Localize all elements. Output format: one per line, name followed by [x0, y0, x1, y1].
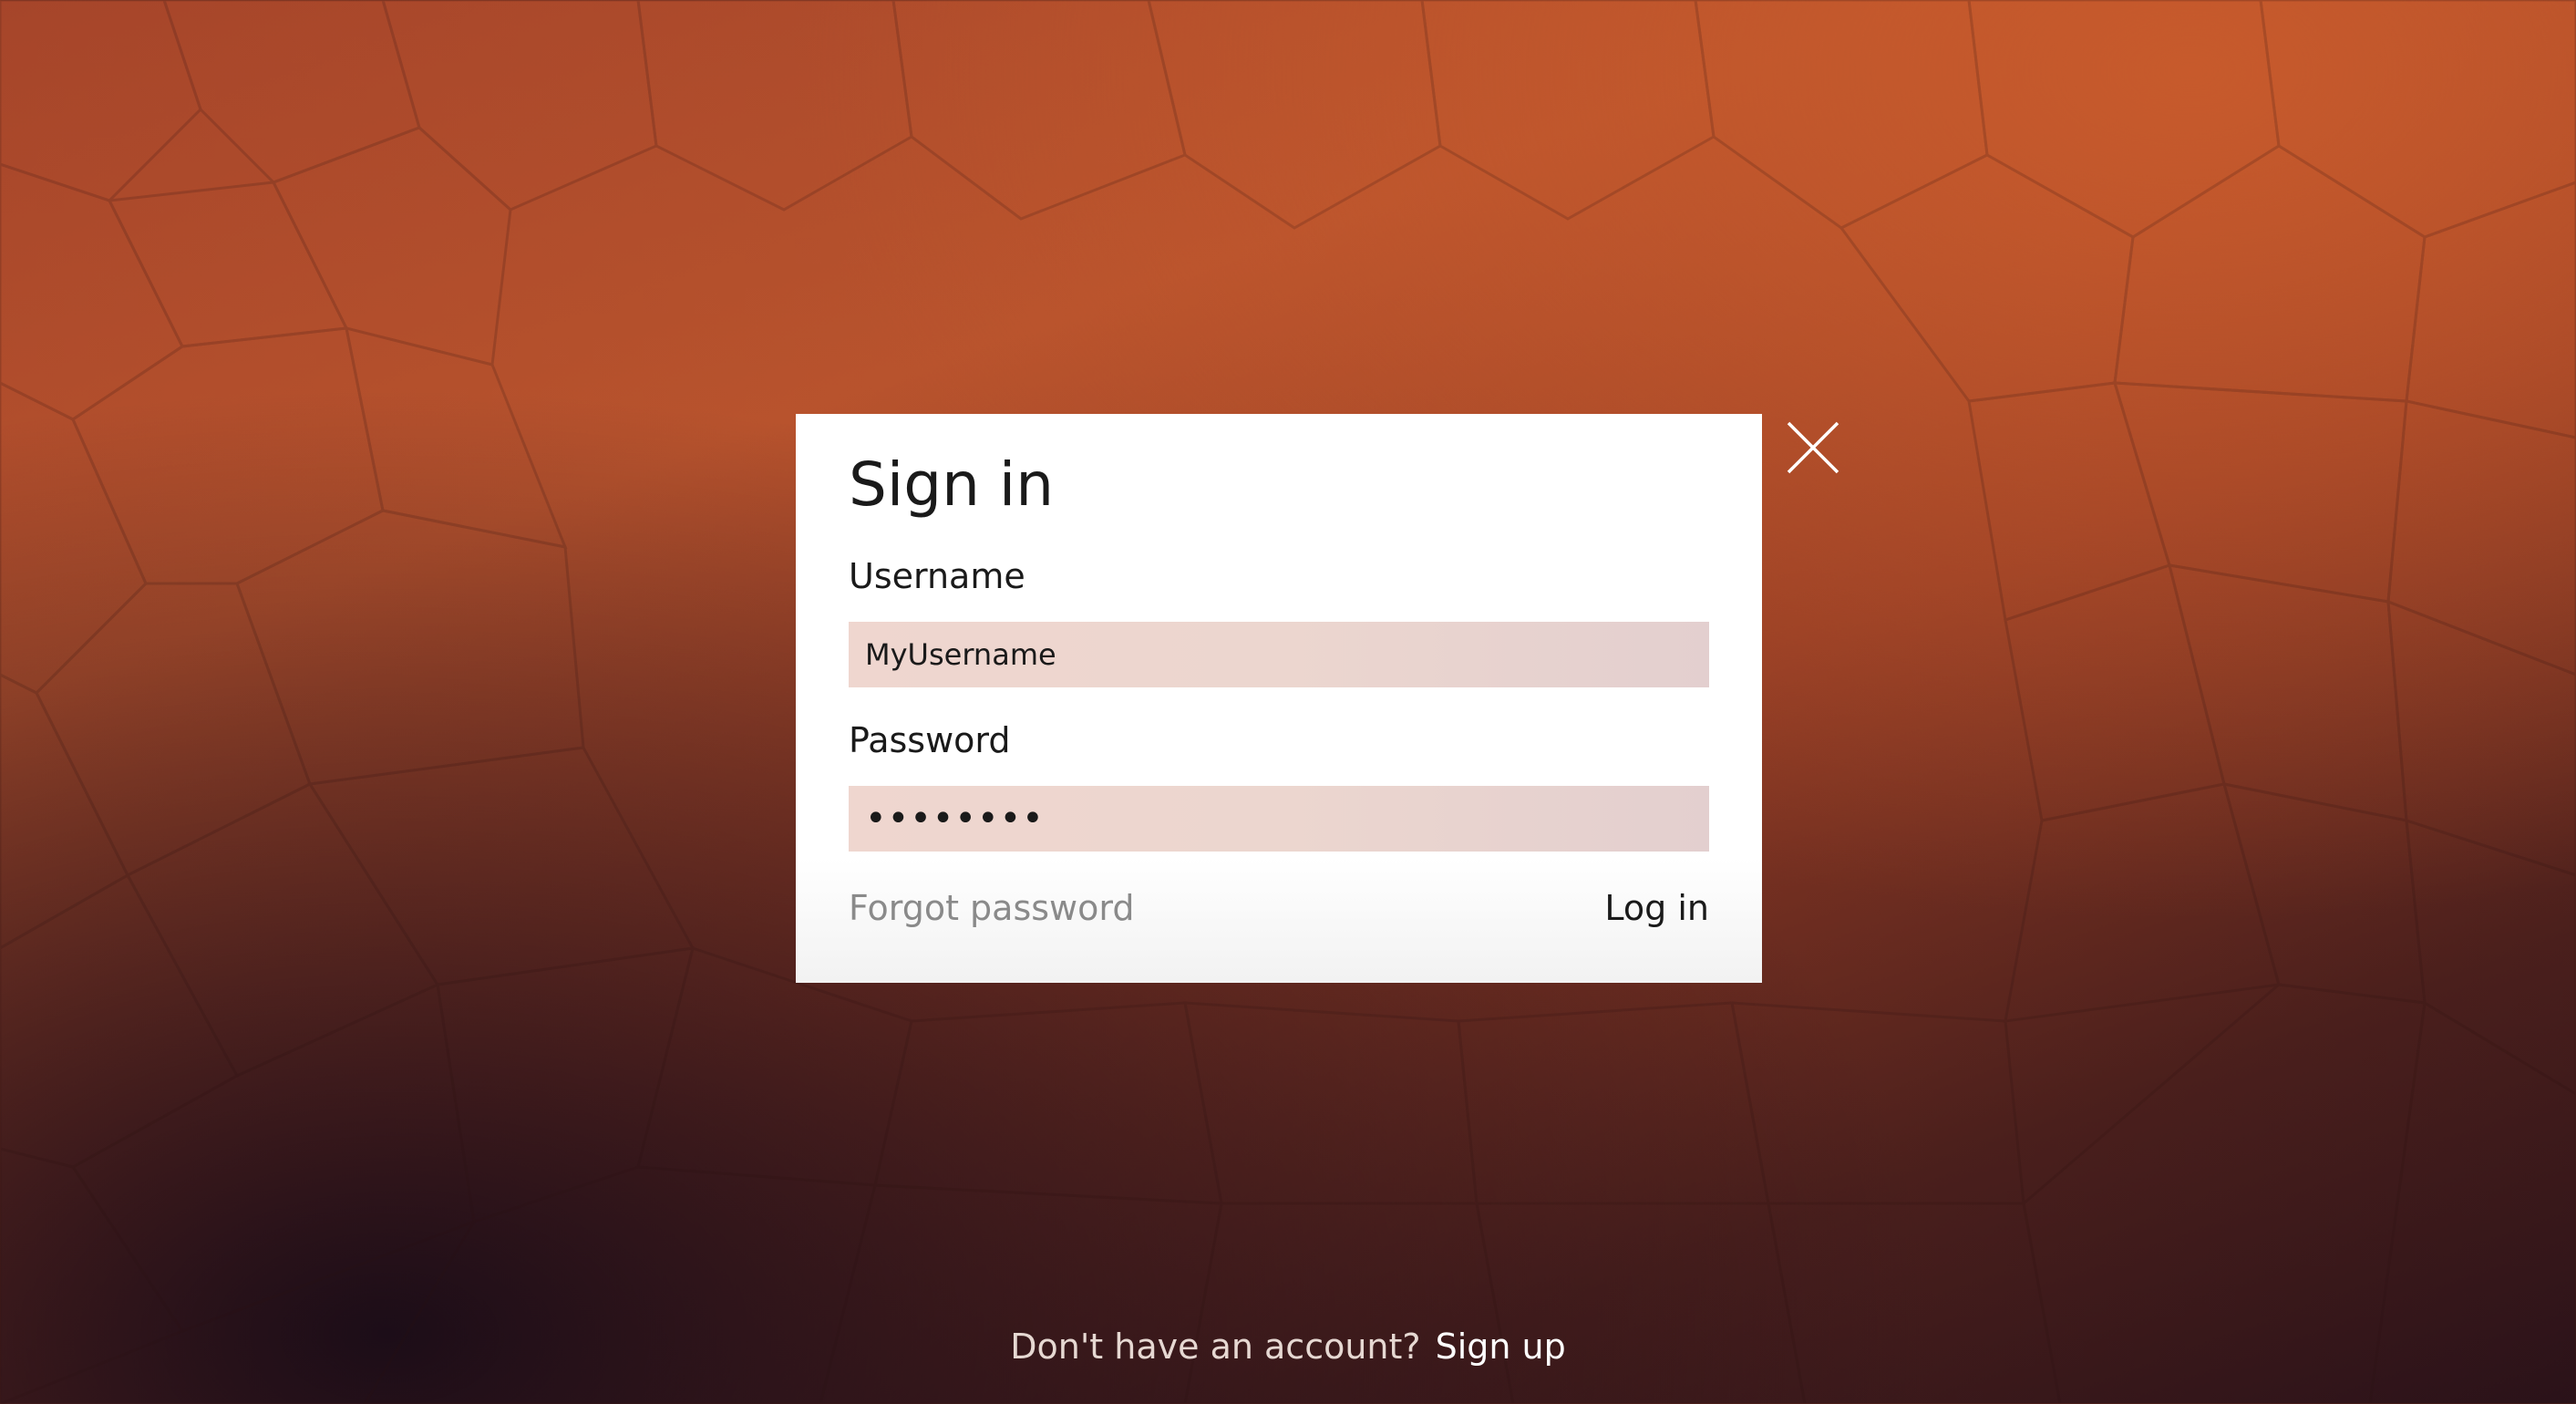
forgot-password-link[interactable]: Forgot password	[849, 888, 1134, 930]
log-in-button[interactable]: Log in	[1604, 888, 1709, 930]
close-icon[interactable]	[1783, 418, 1843, 478]
password-label: Password	[849, 720, 1011, 760]
signup-footer: Don't have an account? Sign up	[0, 1327, 2576, 1368]
dialog-title: Sign in	[849, 449, 1055, 520]
sign-up-link[interactable]: Sign up	[1436, 1327, 1566, 1367]
sign-in-dialog: Sign in Username Password Forgot passwor…	[796, 414, 1762, 983]
username-field[interactable]	[849, 622, 1709, 687]
password-field[interactable]	[849, 786, 1709, 852]
close-icon-glyph	[1787, 421, 1839, 474]
no-account-text: Don't have an account?	[1010, 1327, 1421, 1367]
username-label: Username	[849, 556, 1025, 596]
